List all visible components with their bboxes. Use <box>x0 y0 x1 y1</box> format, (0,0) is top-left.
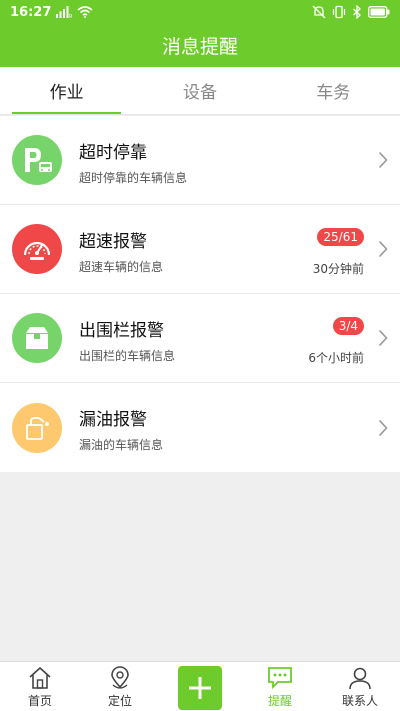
box-icon <box>12 313 62 363</box>
title-bar: 消息提醒 <box>0 24 400 67</box>
list-item-geofence-alarm[interactable]: 出围栏报警 出围栏的车辆信息 3/4 6个小时前 <box>0 294 400 383</box>
bottom-nav: 首页 定位 提醒 联系人 <box>0 661 400 711</box>
item-subtitle: 漏油的车辆信息 <box>79 438 164 452</box>
chevron-right-icon <box>370 240 388 258</box>
count-badge: 3/4 <box>332 317 364 335</box>
home-icon <box>29 666 51 689</box>
item-subtitle: 出围栏的车辆信息 <box>79 349 176 363</box>
list-item-overtime-parking[interactable]: 超时停靠 超时停靠的车辆信息 <box>0 116 400 205</box>
chevron-right-icon <box>370 151 388 169</box>
bluetooth-icon <box>353 5 361 19</box>
add-button[interactable] <box>178 666 222 710</box>
nav-add <box>160 662 240 711</box>
status-time: 16:27 <box>10 4 52 20</box>
item-time: 30分钟前 <box>312 262 364 276</box>
nav-locate-label: 定位 <box>107 694 132 708</box>
item-title: 超速报警 <box>79 232 147 252</box>
location-pin-icon <box>111 666 129 689</box>
mute-icon <box>312 5 326 19</box>
nav-home-label: 首页 <box>27 694 52 708</box>
nav-contacts[interactable]: 联系人 <box>320 662 400 711</box>
person-icon <box>349 667 371 690</box>
list-item-speeding-alarm[interactable]: 超速报警 超速车辆的信息 25/61 30分钟前 <box>0 205 400 294</box>
speedometer-icon <box>12 224 62 274</box>
item-subtitle: 超时停靠的车辆信息 <box>79 171 188 185</box>
battery-icon <box>368 6 390 18</box>
nav-home[interactable]: 首页 <box>0 662 80 711</box>
item-subtitle: 超速车辆的信息 <box>79 260 164 274</box>
nav-remind-label: 提醒 <box>267 694 292 708</box>
parking-bus-icon <box>12 135 62 185</box>
page-title: 消息提醒 <box>161 36 238 58</box>
item-time: 6个小时前 <box>308 351 364 365</box>
tab-bar: 作业 设备 车务 <box>0 67 400 115</box>
alert-list: 超时停靠 超时停靠的车辆信息 超速报警 超速车辆的信息 25/61 30分钟前 <box>0 116 400 472</box>
count-badge: 25/61 <box>317 228 364 246</box>
tab-vehicle-affairs[interactable]: 车务 <box>267 67 400 114</box>
vibrate-icon <box>332 5 346 19</box>
item-title: 漏油报警 <box>79 410 147 430</box>
nav-remind[interactable]: 提醒 <box>240 662 320 711</box>
tab-device[interactable]: 设备 <box>133 67 266 114</box>
chevron-right-icon <box>370 329 388 347</box>
chevron-right-icon <box>370 419 388 437</box>
list-item-oil-leak-alarm[interactable]: 漏油报警 漏油的车辆信息 <box>0 383 400 472</box>
tab-work[interactable]: 作业 <box>0 67 133 114</box>
oil-can-icon <box>12 402 62 453</box>
chat-bubble-icon <box>268 667 292 690</box>
item-title: 超时停靠 <box>79 143 147 163</box>
item-title: 出围栏报警 <box>79 321 164 341</box>
svg-text:R: R <box>69 14 72 18</box>
signal-icon: R <box>56 6 72 18</box>
status-bar: 16:27 R <box>0 0 400 24</box>
nav-locate[interactable]: 定位 <box>80 662 160 711</box>
wifi-icon <box>77 6 93 18</box>
nav-contacts-label: 联系人 <box>341 694 378 708</box>
plus-icon <box>189 677 211 699</box>
